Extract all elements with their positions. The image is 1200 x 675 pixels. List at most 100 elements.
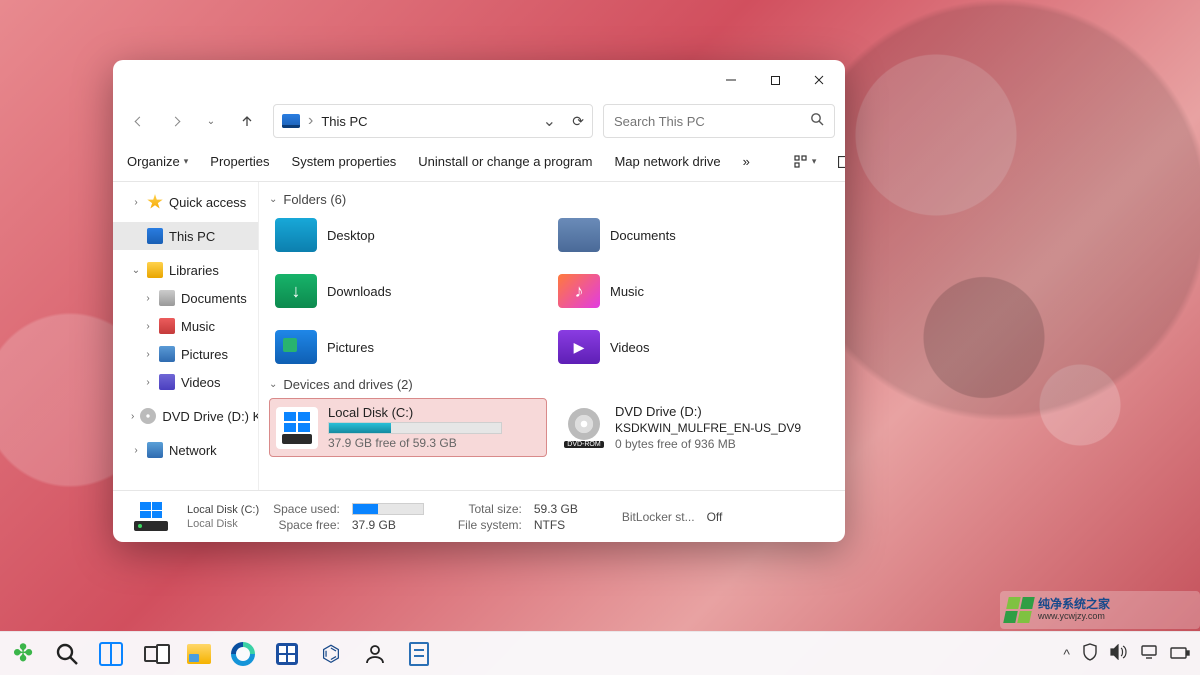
collapse-icon: ⌄ bbox=[269, 379, 277, 390]
tray-battery-icon[interactable] bbox=[1170, 646, 1190, 662]
details-name: Local Disk (C:) bbox=[187, 504, 259, 516]
folder-downloads[interactable]: Downloads bbox=[269, 269, 552, 313]
folder-pictures[interactable]: Pictures bbox=[269, 325, 552, 369]
search-icon bbox=[810, 112, 824, 131]
folder-desktop[interactable]: Desktop bbox=[269, 213, 552, 257]
search-box[interactable] bbox=[603, 104, 835, 138]
cmd-organize[interactable]: Organize ▾ bbox=[127, 154, 188, 169]
minimize-button[interactable] bbox=[709, 62, 753, 98]
taskbar-doc-app[interactable] bbox=[406, 641, 432, 667]
details-bitlocker: Off bbox=[707, 510, 723, 524]
drive-label: KSDKWIN_MULFRE_EN-US_DV9 bbox=[615, 421, 801, 435]
sidebar-item-lib-videos[interactable]: › Videos bbox=[113, 368, 258, 396]
address-dropdown-button[interactable]: ⌄ bbox=[543, 111, 556, 131]
collapse-icon: ⌄ bbox=[269, 194, 277, 205]
tray-overflow-button[interactable]: ^ bbox=[1063, 646, 1070, 662]
search-input[interactable] bbox=[614, 114, 824, 129]
taskbar-search-button[interactable] bbox=[54, 641, 80, 667]
group-header-drives[interactable]: ⌄ Devices and drives (2) bbox=[269, 377, 835, 392]
folder-music[interactable]: Music bbox=[552, 269, 835, 313]
view-options-button[interactable]: ▾ bbox=[794, 155, 817, 169]
group-header-folders[interactable]: ⌄ Folders (6) bbox=[269, 192, 835, 207]
drive-dvd-d[interactable]: DVD-ROM DVD Drive (D:) KSDKWIN_MULFRE_EN… bbox=[557, 398, 835, 457]
cmd-overflow[interactable]: » bbox=[743, 154, 750, 169]
taskbar: ✤ ⌬ ^ bbox=[0, 631, 1200, 675]
this-pc-icon bbox=[282, 114, 300, 128]
up-button[interactable] bbox=[231, 105, 263, 137]
cmd-map-drive[interactable]: Map network drive bbox=[614, 154, 720, 169]
sidebar-item-libraries[interactable]: ⌄ Libraries bbox=[113, 256, 258, 284]
recent-locations-button[interactable]: ⌄ bbox=[195, 105, 227, 137]
music-icon bbox=[159, 318, 175, 334]
details-type: Local Disk bbox=[187, 518, 259, 530]
details-pane: Local Disk (C:) Local Disk Space used: S… bbox=[113, 490, 845, 542]
sidebar-item-quick-access[interactable]: › Quick access bbox=[113, 188, 258, 216]
drive-free-text: 37.9 GB free of 59.3 GB bbox=[328, 436, 502, 450]
folder-documents[interactable]: Documents bbox=[552, 213, 835, 257]
address-text: This PC bbox=[321, 114, 367, 129]
taskbar-taskview-button[interactable] bbox=[142, 641, 168, 667]
tray-network-icon[interactable] bbox=[1140, 644, 1158, 663]
star-icon bbox=[147, 194, 163, 210]
sidebar-item-network[interactable]: › Network bbox=[113, 436, 258, 464]
taskbar-file-explorer[interactable] bbox=[186, 641, 212, 667]
close-button[interactable] bbox=[797, 62, 841, 98]
videos-icon bbox=[159, 374, 175, 390]
music-folder-icon bbox=[558, 274, 600, 308]
details-thumbnail bbox=[129, 500, 173, 534]
taskbar-user-app[interactable] bbox=[362, 641, 388, 667]
documents-icon bbox=[159, 290, 175, 306]
taskbar-edge[interactable] bbox=[230, 641, 256, 667]
preview-pane-button[interactable] bbox=[838, 156, 845, 168]
tray-volume-icon[interactable] bbox=[1110, 644, 1128, 663]
watermark-logo-icon bbox=[1003, 597, 1035, 623]
expand-icon: › bbox=[131, 197, 141, 208]
maximize-button[interactable] bbox=[753, 62, 797, 98]
folder-videos[interactable]: Videos bbox=[552, 325, 835, 369]
drive-local-disk-c[interactable]: Local Disk (C:) 37.9 GB free of 59.3 GB bbox=[269, 398, 547, 457]
documents-folder-icon bbox=[558, 218, 600, 252]
dvd-drive-icon: DVD-ROM bbox=[563, 407, 605, 449]
network-icon bbox=[147, 442, 163, 458]
sidebar-item-lib-pictures[interactable]: › Pictures bbox=[113, 340, 258, 368]
address-bar[interactable]: › This PC ⌄ ⟳ bbox=[273, 104, 593, 138]
drive-name: DVD Drive (D:) bbox=[615, 404, 801, 419]
navigation-pane: › Quick access This PC ⌄ Libraries › Doc… bbox=[113, 182, 259, 490]
sidebar-item-lib-music[interactable]: › Music bbox=[113, 312, 258, 340]
details-space-free: 37.9 GB bbox=[352, 518, 424, 532]
refresh-button[interactable]: ⟳ bbox=[572, 113, 584, 130]
forward-button[interactable] bbox=[159, 105, 191, 137]
videos-folder-icon bbox=[558, 330, 600, 364]
pc-icon bbox=[147, 228, 163, 244]
back-button[interactable] bbox=[123, 105, 155, 137]
cmd-system-properties[interactable]: System properties bbox=[292, 154, 397, 169]
drive-usage-bar bbox=[328, 422, 502, 434]
libraries-icon bbox=[147, 262, 163, 278]
sidebar-item-dvd-drive[interactable]: › DVD Drive (D:) KSDK bbox=[113, 402, 258, 430]
details-total-size: 59.3 GB bbox=[534, 502, 578, 516]
cmd-uninstall[interactable]: Uninstall or change a program bbox=[418, 154, 592, 169]
drive-name: Local Disk (C:) bbox=[328, 405, 502, 420]
taskbar-debug-app[interactable]: ⌬ bbox=[318, 641, 344, 667]
breadcrumb-separator-icon: › bbox=[308, 112, 313, 130]
sidebar-item-lib-documents[interactable]: › Documents bbox=[113, 284, 258, 312]
taskbar-widgets-button[interactable] bbox=[98, 641, 124, 667]
desktop-folder-icon bbox=[275, 218, 317, 252]
pictures-folder-icon bbox=[275, 330, 317, 364]
sidebar-item-this-pc[interactable]: This PC bbox=[113, 222, 258, 250]
downloads-folder-icon bbox=[275, 274, 317, 308]
taskbar-store[interactable] bbox=[274, 641, 300, 667]
drive-free-text: 0 bytes free of 936 MB bbox=[615, 437, 801, 451]
navigation-row: ⌄ › This PC ⌄ ⟳ bbox=[113, 100, 845, 142]
file-explorer-window: ⌄ › This PC ⌄ ⟳ Organize ▾ Properties Sy… bbox=[113, 60, 845, 542]
watermark: 纯净系统之家 www.ycwjzy.com bbox=[1000, 591, 1200, 629]
collapse-icon: ⌄ bbox=[131, 265, 141, 276]
content-pane: ⌄ Folders (6) Desktop Documents Download… bbox=[259, 182, 845, 490]
chevron-down-icon: ▾ bbox=[184, 156, 189, 167]
details-usage-bar bbox=[352, 503, 424, 515]
local-disk-icon bbox=[276, 407, 318, 449]
taskbar-start-button[interactable]: ✤ bbox=[10, 641, 36, 667]
tray-security-icon[interactable] bbox=[1082, 643, 1098, 664]
cmd-properties[interactable]: Properties bbox=[210, 154, 269, 169]
dvd-icon bbox=[140, 408, 156, 424]
